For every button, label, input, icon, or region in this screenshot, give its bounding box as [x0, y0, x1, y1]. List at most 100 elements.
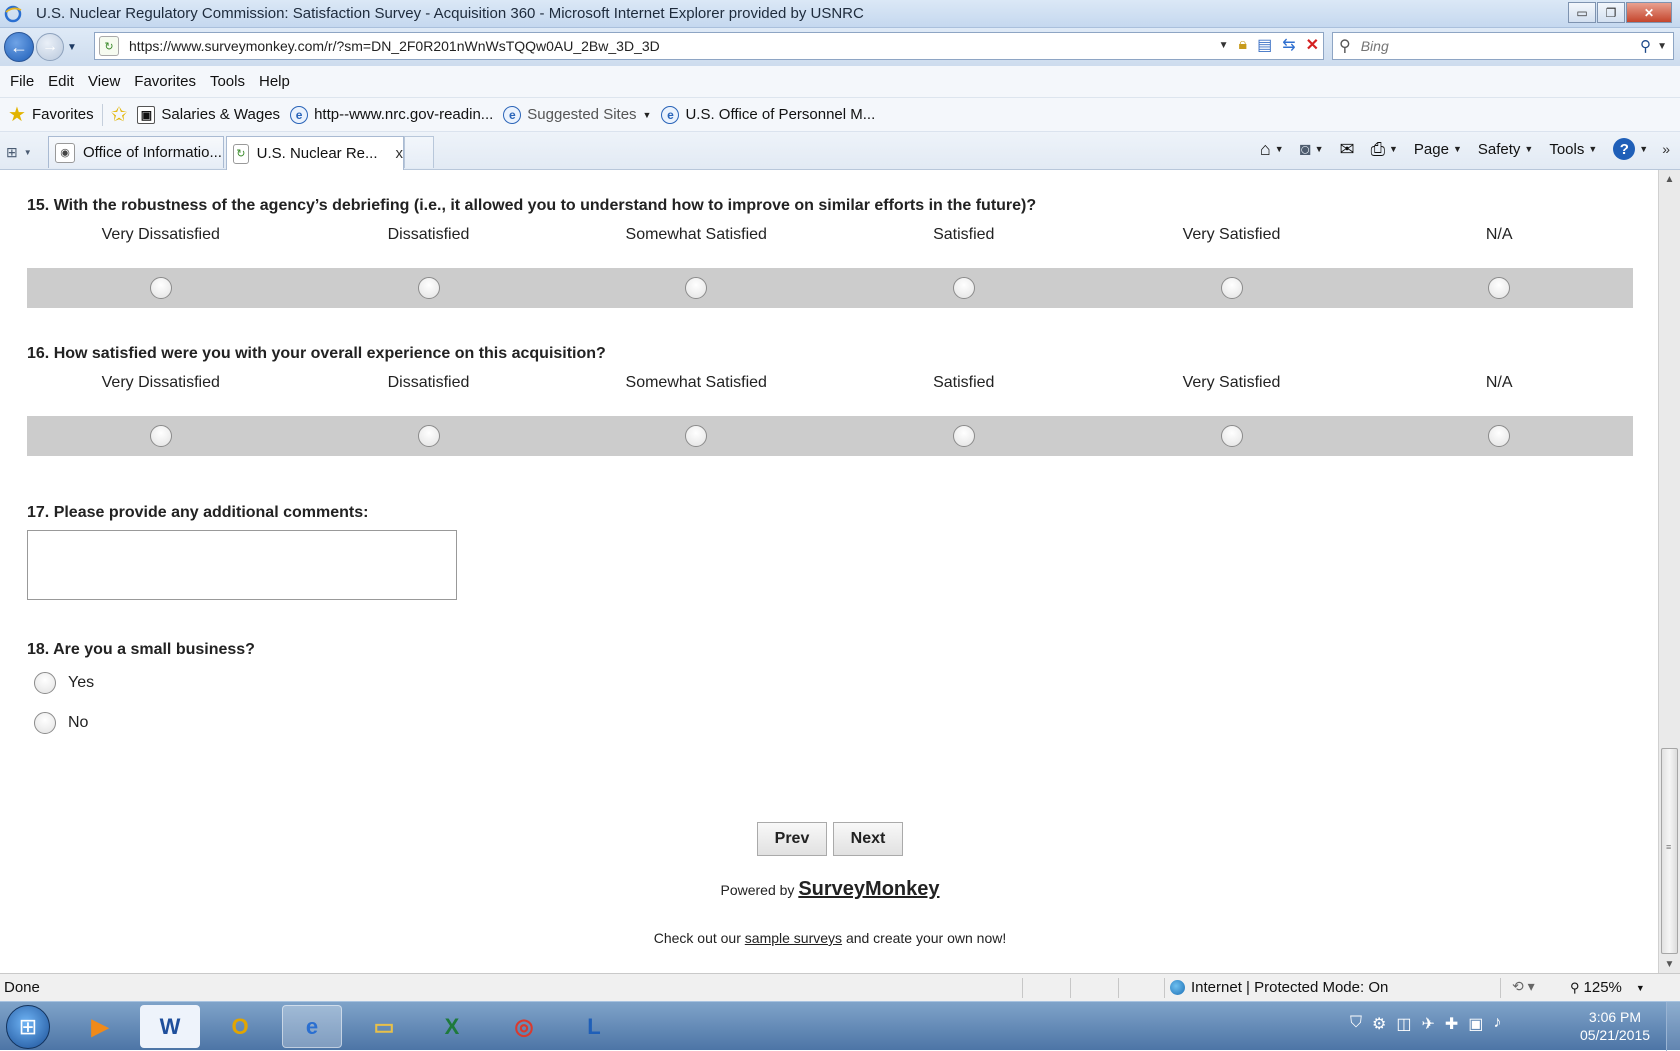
search-provider-dropdown[interactable]: ▼ [1657, 41, 1667, 52]
print-button[interactable]: ⎙ ▼ [1371, 139, 1398, 160]
tray-outlook-icon[interactable]: ◫ [1396, 1014, 1411, 1034]
lock-icon[interactable]: 🔒︎ [1239, 36, 1248, 54]
menu-favorites[interactable]: Favorites [134, 73, 196, 90]
quick-tabs-button[interactable]: ⊞ ▼ [6, 140, 44, 164]
favorite-link-suggested-sites[interactable]: e Suggested Sites ▼ [503, 105, 651, 124]
recent-pages-dropdown[interactable]: ▼ [67, 42, 77, 53]
tools-menu[interactable]: Tools ▼ [1549, 141, 1597, 158]
additional-comments-textarea[interactable] [27, 530, 457, 600]
minimize-button[interactable]: ▭ [1568, 2, 1596, 23]
zoom-level-button[interactable]: ⚲ 125% ▼ [1570, 979, 1645, 996]
security-zone[interactable]: Internet | Protected Mode: On [1170, 979, 1388, 996]
scroll-thumb[interactable]: ≡ [1661, 748, 1678, 954]
address-bar[interactable]: ↻ https://www.surveymonkey.com/r/?sm=DN_… [94, 32, 1324, 60]
home-button[interactable]: ⌂ ▼ [1260, 139, 1284, 160]
help-menu[interactable]: ? ▼ [1613, 138, 1648, 160]
q18-option-no[interactable]: No [34, 712, 88, 734]
search-input[interactable] [1358, 37, 1619, 55]
q16-radio-very-dissatisfied[interactable] [149, 425, 172, 447]
search-box[interactable]: ⚲ ⚲ ▼ [1332, 32, 1674, 60]
menu-file[interactable]: File [10, 73, 34, 90]
tray-security-icon[interactable]: ✚ [1445, 1014, 1458, 1034]
safety-menu[interactable]: Safety ▼ [1478, 141, 1533, 158]
checkout-line: Check out our sample surveys and create … [2, 930, 1658, 946]
arrow-left-icon: ← [10, 36, 28, 57]
scroll-up-arrow-icon[interactable]: ▲ [1659, 170, 1680, 188]
scroll-down-arrow-icon[interactable]: ▼ [1659, 955, 1680, 973]
start-button[interactable]: ⊞ [6, 1005, 50, 1049]
q15-radio-satisfied[interactable] [952, 277, 975, 299]
forward-button[interactable]: → [36, 33, 64, 61]
surveymonkey-link[interactable]: SurveyMonkey [798, 878, 939, 900]
back-button[interactable]: ← [4, 32, 34, 62]
q15-radio-dissatisfied[interactable] [417, 277, 440, 299]
q18-option-yes[interactable]: Yes [34, 672, 94, 694]
page-menu[interactable]: Page ▼ [1414, 141, 1462, 158]
window-title: U.S. Nuclear Regulatory Commission: Sati… [36, 5, 864, 22]
search-go-icon[interactable]: ⚲ [1640, 37, 1651, 55]
vertical-scrollbar[interactable]: ▲ ≡ ▼ [1658, 170, 1680, 973]
q16-radio-dissatisfied[interactable] [417, 425, 440, 447]
taskbar-media-player[interactable]: ▶ [70, 1005, 130, 1048]
taskbar-chrome[interactable]: ◎ [494, 1005, 554, 1048]
stop-icon[interactable]: ✕ [1306, 35, 1319, 55]
scale-label-somewhat-satisfied: Somewhat Satisfied [625, 226, 767, 243]
close-tab-icon[interactable]: x [396, 145, 404, 162]
prev-button[interactable]: Prev [757, 822, 827, 856]
tray-network-icon[interactable]: ✈ [1421, 1014, 1434, 1034]
tray-sync-icon[interactable]: ⚙ [1372, 1014, 1386, 1034]
show-desktop-button[interactable] [1666, 1002, 1680, 1051]
address-dropdown-icon[interactable]: ▼ [1219, 40, 1229, 51]
status-text: Done [4, 979, 40, 996]
taskbar-excel[interactable]: X [422, 1005, 482, 1048]
q16-radio-na[interactable] [1488, 425, 1511, 447]
q18-option-label: No [68, 714, 89, 731]
internet-explorer-icon [4, 5, 22, 22]
close-window-button[interactable]: ✕ [1626, 2, 1672, 23]
taskbar-word[interactable]: W [140, 1005, 200, 1048]
favorite-link-label: U.S. Office of Personnel M... [685, 106, 876, 123]
taskbar-clock[interactable]: 3:06 PM 05/21/2015 [1565, 1008, 1665, 1044]
taskbar-file-explorer[interactable]: ▭ [354, 1005, 414, 1048]
tray-volume-icon[interactable]: ♪ [1493, 1014, 1501, 1034]
menu-edit[interactable]: Edit [48, 73, 74, 90]
favorites-star-icon[interactable]: ★ [8, 102, 26, 127]
tab-list-dropdown-icon[interactable]: ▼ [24, 148, 32, 157]
favorites-button[interactable]: Favorites [32, 106, 94, 123]
taskbar-internet-explorer[interactable]: e [282, 1005, 342, 1048]
feeds-button[interactable]: ◙ ▼ [1300, 139, 1324, 160]
menu-help[interactable]: Help [259, 73, 290, 90]
restore-button[interactable]: ❐ [1597, 2, 1625, 23]
q18-radio-no[interactable] [34, 712, 56, 734]
taskbar-outlook[interactable]: O [210, 1005, 270, 1048]
q15-radio-na[interactable] [1488, 277, 1511, 299]
favorite-link-opm[interactable]: e U.S. Office of Personnel M... [661, 105, 876, 124]
new-tab-button[interactable] [404, 136, 434, 168]
menu-tools[interactable]: Tools [210, 73, 245, 90]
tab-us-nuclear-regulatory[interactable]: ↻ U.S. Nuclear Re... x [226, 136, 404, 170]
printer-icon: ⎙ [1370, 138, 1385, 159]
favorite-link-nrc[interactable]: e http--www.nrc.gov-readin... [290, 105, 493, 124]
q18-radio-yes[interactable] [34, 672, 56, 694]
tray-shield-icon[interactable]: ⛉ [1350, 1014, 1362, 1034]
menu-view[interactable]: View [88, 73, 120, 90]
q15-radio-very-dissatisfied[interactable] [149, 277, 172, 299]
toolbar-overflow-icon[interactable]: » [1662, 141, 1670, 157]
q15-radio-very-satisfied[interactable] [1220, 277, 1243, 299]
taskbar-lync[interactable]: L [564, 1005, 624, 1048]
next-button[interactable]: Next [833, 822, 903, 856]
q16-radio-somewhat-satisfied[interactable] [685, 425, 708, 447]
sample-surveys-link[interactable]: sample surveys [745, 930, 842, 946]
refresh-icon[interactable]: ⇆ [1282, 35, 1295, 55]
q16-radio-satisfied[interactable] [952, 425, 975, 447]
tray-display-icon[interactable]: ▣ [1468, 1014, 1483, 1034]
q15-radio-somewhat-satisfied[interactable] [685, 277, 708, 299]
tab-office-of-information[interactable]: ◉ Office of Informatio... [48, 136, 224, 168]
address-url[interactable]: https://www.surveymonkey.com/r/?sm=DN_2F… [129, 38, 660, 54]
q16-radio-very-satisfied[interactable] [1220, 425, 1243, 447]
favorite-link-salaries[interactable]: ▣ Salaries & Wages [137, 105, 280, 124]
add-to-favorites-icon[interactable]: ✩ [111, 102, 128, 127]
compatibility-view-icon[interactable]: ▤ [1257, 35, 1272, 55]
read-mail-button[interactable]: ✉ [1339, 139, 1354, 160]
popup-blocker-icon[interactable]: ⟲ ▾ [1512, 978, 1535, 995]
